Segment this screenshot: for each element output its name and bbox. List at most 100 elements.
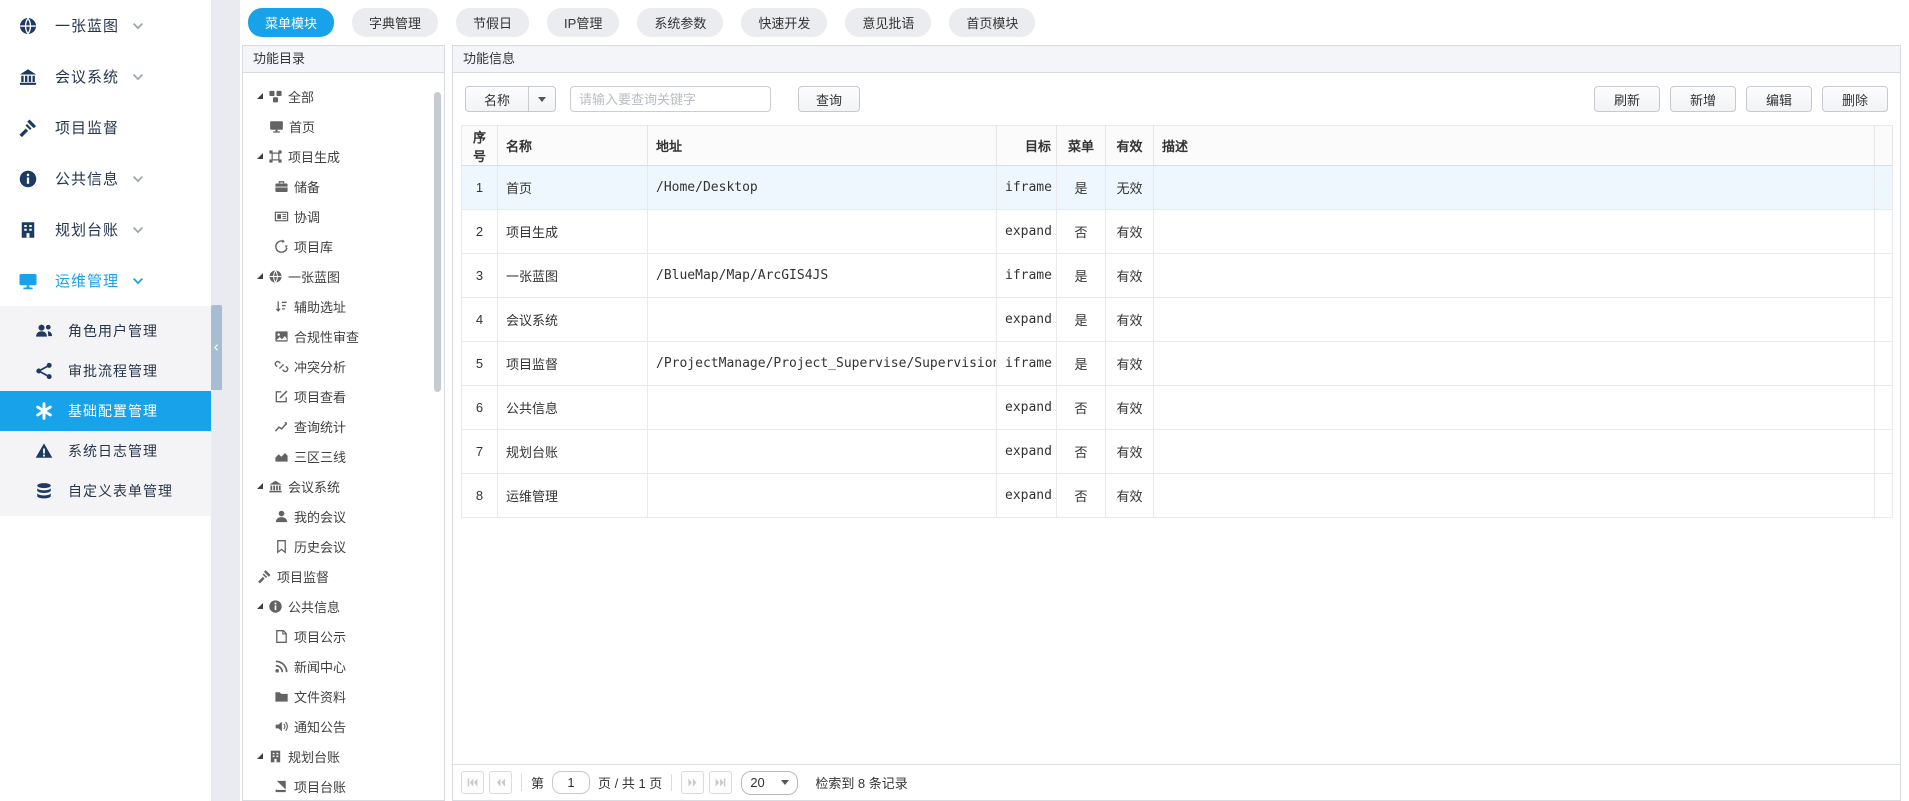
search-field-dropdown[interactable]: 名称	[465, 86, 556, 112]
sidebar-subitem-基础配置管理[interactable]: 基础配置管理	[0, 391, 211, 431]
frame-icon	[268, 149, 283, 164]
table-row-3[interactable]: 3一张蓝图/BlueMap/Map/ArcGIS4JSiframe是有效	[462, 254, 1893, 298]
chevron-down-icon	[131, 70, 145, 84]
sidebar-collapse-handle[interactable]	[211, 305, 222, 390]
cell: 否	[1057, 386, 1106, 430]
sidebar-item-label: 公共信息	[55, 168, 119, 189]
tree-node-新闻中心[interactable]: 新闻中心	[243, 651, 444, 681]
tree-node-规划台账[interactable]: 规划台账	[243, 741, 444, 771]
cell: 3	[462, 254, 498, 298]
tree-node-项目库[interactable]: 项目库	[243, 231, 444, 261]
search-field-caret[interactable]	[528, 87, 555, 111]
tree-expander-icon[interactable]	[257, 753, 263, 759]
cell: 否	[1057, 210, 1106, 254]
pagination-bar: 第 页 / 共 1 页 20 检索到 8 条记录	[453, 764, 1900, 800]
tree-node-会议系统[interactable]: 会议系统	[243, 471, 444, 501]
sidebar-menu: 一张蓝图会议系统项目监督公共信息规划台账运维管理	[0, 0, 211, 306]
tree-node-三区三线[interactable]: 三区三线	[243, 441, 444, 471]
tree-node-我的会议[interactable]: 我的会议	[243, 501, 444, 531]
search-input[interactable]	[570, 86, 771, 112]
function-tree: 全部首页项目生成储备协调项目库一张蓝图辅助选址合规性审查冲突分析项目查看查询统计…	[243, 73, 444, 800]
page-number-input[interactable]	[552, 771, 590, 794]
tab-菜单模块[interactable]: 菜单模块	[248, 8, 334, 37]
table-row-5[interactable]: 5项目监督/ProjectManage/Project_Supervise/Su…	[462, 342, 1893, 386]
tree-node-一张蓝图[interactable]: 一张蓝图	[243, 261, 444, 291]
sidebar-subitem-自定义表单管理[interactable]: 自定义表单管理	[0, 471, 211, 511]
新增-button[interactable]: 新增	[1670, 86, 1736, 112]
first-page-button[interactable]	[461, 771, 484, 794]
cell: 项目生成	[498, 210, 648, 254]
sidebar-item-运维管理[interactable]: 运维管理	[0, 255, 211, 306]
cell: 有效	[1106, 474, 1154, 518]
sidebar-item-一张蓝图[interactable]: 一张蓝图	[0, 0, 211, 51]
tree-node-label: 冲突分析	[294, 357, 346, 376]
tree-expander-icon[interactable]	[257, 483, 263, 489]
sidebar-item-公共信息[interactable]: 公共信息	[0, 153, 211, 204]
column-header-地址: 地址	[648, 126, 997, 166]
sidebar-submenu: 角色用户管理审批流程管理基础配置管理系统日志管理自定义表单管理	[0, 306, 211, 516]
删除-button[interactable]: 删除	[1822, 86, 1888, 112]
tree-node-全部[interactable]: 全部	[243, 81, 444, 111]
function-catalog-panel: 功能目录 全部首页项目生成储备协调项目库一张蓝图辅助选址合规性审查冲突分析项目查…	[242, 45, 445, 801]
user-icon	[274, 509, 289, 524]
tree-node-公共信息[interactable]: 公共信息	[243, 591, 444, 621]
folder-icon	[274, 689, 289, 704]
tree-node-label: 项目库	[294, 237, 333, 256]
sidebar-subitem-审批流程管理[interactable]: 审批流程管理	[0, 351, 211, 391]
tab-节假日[interactable]: 节假日	[456, 8, 529, 37]
cell	[1154, 298, 1875, 342]
sidebar-item-项目监督[interactable]: 项目监督	[0, 102, 211, 153]
table-row-4[interactable]: 4会议系统expand是有效	[462, 298, 1893, 342]
tree-node-通知公告[interactable]: 通知公告	[243, 711, 444, 741]
tree-expander-icon[interactable]	[257, 273, 263, 279]
table-row-7[interactable]: 7规划台账expand否有效	[462, 430, 1893, 474]
tree-node-历史会议[interactable]: 历史会议	[243, 531, 444, 561]
tree-expander-icon[interactable]	[257, 153, 263, 159]
table-row-1[interactable]: 1首页/Home/Desktopiframe是无效	[462, 166, 1893, 210]
tree-node-辅助选址[interactable]: 辅助选址	[243, 291, 444, 321]
sidebar-subitem-系统日志管理[interactable]: 系统日志管理	[0, 431, 211, 471]
sidebar-item-规划台账[interactable]: 规划台账	[0, 204, 211, 255]
tree-node-协调[interactable]: 协调	[243, 201, 444, 231]
tab-快速开发[interactable]: 快速开发	[741, 8, 827, 37]
sidebar-item-会议系统[interactable]: 会议系统	[0, 51, 211, 102]
sidebar-item-label: 项目监督	[55, 117, 119, 138]
tree-node-项目公示[interactable]: 项目公示	[243, 621, 444, 651]
编辑-button[interactable]: 编辑	[1746, 86, 1812, 112]
table-row-8[interactable]: 8运维管理expand否有效	[462, 474, 1893, 518]
tree-node-项目生成[interactable]: 项目生成	[243, 141, 444, 171]
pager-separator	[521, 774, 522, 791]
next-page-button[interactable]	[681, 771, 704, 794]
tab-首页模块[interactable]: 首页模块	[949, 8, 1035, 37]
table-row-2[interactable]: 2项目生成expand否有效	[462, 210, 1893, 254]
tree-node-项目台账[interactable]: 项目台账	[243, 771, 444, 800]
cell: expand	[997, 210, 1057, 254]
刷新-button[interactable]: 刷新	[1594, 86, 1660, 112]
tree-node-文件资料[interactable]: 文件资料	[243, 681, 444, 711]
tab-系统参数[interactable]: 系统参数	[637, 8, 723, 37]
prev-page-button[interactable]	[489, 771, 512, 794]
cell: /BlueMap/Map/ArcGIS4JS	[648, 254, 997, 298]
tree-node-label: 查询统计	[294, 417, 346, 436]
tree-expander-icon[interactable]	[257, 93, 263, 99]
sidebar-item-label: 规划台账	[55, 219, 119, 240]
table-row-6[interactable]: 6公共信息expand否有效	[462, 386, 1893, 430]
tree-node-项目监督[interactable]: 项目监督	[243, 561, 444, 591]
tab-字典管理[interactable]: 字典管理	[352, 8, 438, 37]
tree-node-查询统计[interactable]: 查询统计	[243, 411, 444, 441]
tree-node-冲突分析[interactable]: 冲突分析	[243, 351, 444, 381]
page-size-value: 20	[750, 775, 764, 790]
tree-node-合规性审查[interactable]: 合规性审查	[243, 321, 444, 351]
rss-icon	[274, 659, 289, 674]
tree-node-首页[interactable]: 首页	[243, 111, 444, 141]
tab-意见批语[interactable]: 意见批语	[845, 8, 931, 37]
tree-node-储备[interactable]: 储备	[243, 171, 444, 201]
tree-node-项目查看[interactable]: 项目查看	[243, 381, 444, 411]
page-size-select[interactable]: 20	[741, 771, 798, 795]
tree-expander-icon[interactable]	[257, 603, 263, 609]
tab-IP管理[interactable]: IP管理	[547, 8, 619, 37]
sidebar-subitem-角色用户管理[interactable]: 角色用户管理	[0, 311, 211, 351]
tree-scrollbar-thumb[interactable]	[434, 92, 441, 392]
last-page-button[interactable]	[709, 771, 732, 794]
query-button[interactable]: 查询	[798, 86, 860, 112]
